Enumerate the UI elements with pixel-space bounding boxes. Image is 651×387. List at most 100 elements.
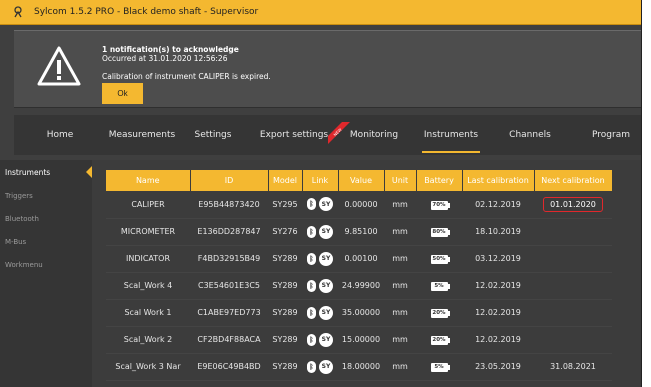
cell-model: SY295 <box>268 191 302 219</box>
cell-value: 35.00000 <box>338 299 384 327</box>
sidebar-item-instruments[interactable]: Instruments <box>5 168 50 177</box>
table-row[interactable]: INDICATOR F4BD32915B49 SY289 ᛒ SY 0.00100… <box>106 245 612 273</box>
sylvac-device-icon: SY <box>319 224 333 239</box>
tab-monitoring[interactable]: Monitoring <box>342 115 406 155</box>
cell-value: 0.00100 <box>338 245 384 273</box>
cell-name: Scal_Work 3 Nar <box>106 353 190 381</box>
sidebar: Instruments Triggers Bluetooth M-Bus Wor… <box>0 160 92 387</box>
battery-icon: 5% <box>430 362 450 372</box>
cell-name: Scal_Work 2 <box>106 326 190 354</box>
cell-last-calibration: 23.05.2019 <box>462 353 534 381</box>
cell-link: ᛒ SY <box>302 218 338 246</box>
tab-measurements[interactable]: Measurements <box>102 115 182 155</box>
cell-id: C3E54601E3C5 <box>190 272 268 300</box>
table-row[interactable]: MICROMETER E136DD287847 SY276 ᛒ SY 9.8510… <box>106 218 612 246</box>
cell-name: INDICATOR <box>106 245 190 273</box>
window-title: Sylcom 1.5.2 PRO - Black demo shaft - Su… <box>34 7 259 17</box>
col-header-id[interactable]: ID <box>190 170 269 191</box>
battery-icon: 70% <box>430 200 450 210</box>
cell-battery: 20% <box>416 326 462 354</box>
cell-id: C1ABE97ED773 <box>190 299 268 327</box>
cell-last-calibration: 18.10.2019 <box>462 218 534 246</box>
cell-last-calibration: 12.02.2019 <box>462 299 534 327</box>
app-logo-icon <box>12 6 24 18</box>
tab-settings[interactable]: Settings <box>186 115 240 155</box>
sidebar-item-workmenu[interactable]: Workmenu <box>5 261 43 269</box>
cell-model: SY289 <box>268 272 302 300</box>
sylvac-device-icon: SY <box>319 251 333 266</box>
bluetooth-icon: ᛒ <box>307 360 316 373</box>
cell-id: E9E06C49B4BD <box>190 353 268 381</box>
table-header-row: Name ID Model Link Value Unit Battery La… <box>106 170 613 191</box>
col-header-next-calibration[interactable]: Next calibration <box>534 170 613 191</box>
notification-timestamp: Occurred at 31.01.2020 12:56:26 <box>102 54 228 63</box>
cell-value: 15.00000 <box>338 326 384 354</box>
tab-program[interactable]: Program <box>580 115 641 155</box>
cell-unit: mm <box>384 272 416 300</box>
cell-link: ᛒ SY <box>302 272 338 300</box>
cell-value: 0.00000 <box>338 191 384 219</box>
tab-instruments[interactable]: Instruments <box>414 115 488 155</box>
bluetooth-icon: ᛒ <box>307 252 316 265</box>
cell-unit: mm <box>384 353 416 381</box>
notification-panel: 1 notification(s) to acknowledge Occurre… <box>14 30 641 108</box>
cell-battery: 70% <box>416 191 462 219</box>
title-bar: Sylcom 1.5.2 PRO - Black demo shaft - Su… <box>0 0 641 25</box>
cell-unit: mm <box>384 326 416 354</box>
sylvac-device-icon: SY <box>319 359 333 374</box>
col-header-link[interactable]: Link <box>302 170 339 191</box>
cell-model: SY289 <box>268 353 302 381</box>
cell-unit: mm <box>384 299 416 327</box>
cell-model: SY289 <box>268 326 302 354</box>
bluetooth-icon: ᛒ <box>307 333 316 346</box>
cell-link: ᛒ SY <box>302 299 338 327</box>
sidebar-item-triggers[interactable]: Triggers <box>5 192 33 200</box>
cell-model: SY289 <box>268 245 302 273</box>
col-header-unit[interactable]: Unit <box>384 170 417 191</box>
col-header-value[interactable]: Value <box>338 170 385 191</box>
battery-icon: 80% <box>430 227 450 237</box>
tab-home[interactable]: Home <box>32 115 88 155</box>
cell-last-calibration: 12.02.2019 <box>462 272 534 300</box>
table-row[interactable]: Scal_Work 2 CF2BD4F88ACA SY289 ᛒ SY 15.00… <box>106 326 612 354</box>
sidebar-item-mbus[interactable]: M-Bus <box>5 238 26 246</box>
sylvac-device-icon: SY <box>319 278 333 293</box>
cell-next-calibration <box>534 326 612 354</box>
cell-value: 9.85100 <box>338 218 384 246</box>
cell-battery: 5% <box>416 353 462 381</box>
cell-name: CALIPER <box>106 191 190 219</box>
cell-link: ᛒ SY <box>302 245 338 273</box>
cell-unit: mm <box>384 191 416 219</box>
sylvac-device-icon: SY <box>319 332 333 347</box>
col-header-name[interactable]: Name <box>106 170 191 191</box>
tab-channels[interactable]: Channels <box>498 115 562 155</box>
table-row[interactable]: Scal_Work 3 Nar E9E06C49B4BD SY289 ᛒ SY 1… <box>106 353 612 381</box>
cell-id: E95B44873420 <box>190 191 268 219</box>
table-row[interactable]: Scal Work 1 C1ABE97ED773 SY289 ᛒ SY 35.00… <box>106 299 612 327</box>
cell-id: E136DD287847 <box>190 218 268 246</box>
cell-next-calibration: 31.08.2021 <box>534 353 612 381</box>
cell-last-calibration: 12.02.2019 <box>462 326 534 354</box>
battery-icon: 20% <box>430 308 450 318</box>
tab-export-settings[interactable]: Export settings <box>254 115 334 155</box>
col-header-battery[interactable]: Battery <box>416 170 463 191</box>
instruments-table: Name ID Model Link Value Unit Battery La… <box>106 170 613 381</box>
col-header-model[interactable]: Model <box>268 170 303 191</box>
cell-unit: mm <box>384 245 416 273</box>
cell-next-calibration <box>534 218 612 246</box>
cell-last-calibration: 03.12.2019 <box>462 245 534 273</box>
cell-battery: 80% <box>416 218 462 246</box>
col-header-last-calibration[interactable]: Last calibration <box>462 170 535 191</box>
ok-button[interactable]: Ok <box>102 83 143 104</box>
cell-link: ᛒ SY <box>302 191 338 219</box>
sylvac-device-icon: SY <box>319 305 333 320</box>
cell-unit: mm <box>384 218 416 246</box>
cell-next-calibration <box>534 245 612 273</box>
bluetooth-icon: ᛒ <box>307 225 316 238</box>
table-row[interactable]: CALIPER E95B44873420 SY295 ᛒ SY 0.00000 m… <box>106 191 612 219</box>
sylvac-device-icon: SY <box>319 197 333 212</box>
table-row[interactable]: Scal_Work 4 C3E54601E3C5 SY289 ᛒ SY 24.99… <box>106 272 612 300</box>
page-margin <box>642 0 651 387</box>
sidebar-item-bluetooth[interactable]: Bluetooth <box>5 215 39 223</box>
cell-link: ᛒ SY <box>302 353 338 381</box>
